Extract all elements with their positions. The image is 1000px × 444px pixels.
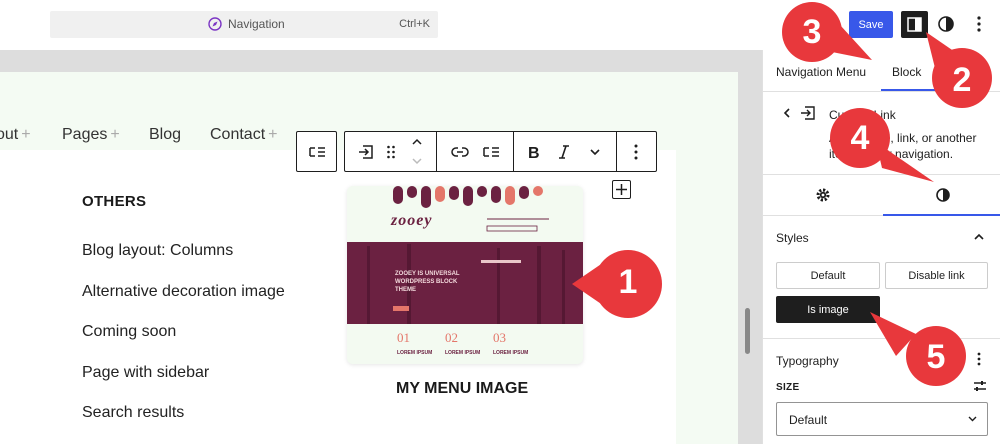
nav-item-contact[interactable]: Contact + — [210, 126, 277, 144]
submenu-heading: OTHERS — [82, 193, 147, 210]
move-up-chevron-icon[interactable] — [411, 137, 423, 147]
theme-number: 03 — [493, 330, 506, 345]
nav-item-about[interactable]: out + — [0, 126, 31, 144]
style-disable-link-button[interactable]: Disable link — [885, 262, 988, 289]
nav-submenu-plus: + — [110, 126, 120, 143]
submenu-item[interactable]: Search results — [82, 404, 184, 422]
block-toolbar: B — [344, 131, 657, 172]
nav-item-label: Pages — [62, 126, 108, 143]
toolbar-divider — [616, 132, 617, 171]
callout-number: 3 — [802, 13, 822, 51]
typography-panel-title: Typography — [776, 354, 839, 368]
theme-small-caption: LOREM IPSUM — [397, 350, 432, 356]
styles-half-circle-icon[interactable] — [935, 187, 951, 203]
callout-number: 4 — [850, 119, 870, 157]
add-block-button[interactable] — [612, 180, 631, 199]
callout-number: 5 — [926, 338, 946, 376]
command-palette-shortcut: Ctrl+K — [399, 18, 430, 30]
menu-image-caption: MY MENU IMAGE — [396, 380, 529, 397]
theme-number: 01 — [397, 330, 410, 345]
callout-4: 4 — [826, 106, 938, 186]
chevron-left-icon[interactable] — [781, 107, 793, 119]
callout-5: 5 — [866, 304, 972, 386]
command-palette-label: Navigation — [228, 17, 285, 31]
nav-item-label: Contact — [210, 126, 266, 143]
callout-3: 3 — [772, 0, 876, 70]
add-submenu-icon[interactable] — [481, 144, 501, 160]
nav-item-label: out — [0, 126, 19, 143]
nav-item-pages[interactable]: Pages + — [62, 126, 120, 144]
theme-hero-text: Zooey is universal WordPress block theme — [395, 271, 460, 293]
styles-panel-title[interactable]: Styles — [776, 231, 809, 245]
callout-number: 1 — [618, 263, 638, 301]
canvas-scrollbar[interactable] — [745, 308, 750, 354]
move-down-chevron-icon[interactable] — [411, 156, 423, 166]
block-options-vertical-dots-icon[interactable] — [631, 143, 641, 161]
style-default-button[interactable]: Default — [776, 262, 880, 289]
custom-link-block-icon — [801, 106, 815, 120]
toolbar-divider — [513, 132, 514, 171]
chevron-down-icon — [968, 416, 977, 422]
callout-2: 2 — [916, 28, 996, 110]
callout-number: 2 — [952, 61, 972, 99]
bold-icon[interactable]: B — [526, 144, 540, 160]
theme-logo: zooey — [391, 212, 433, 229]
custom-link-block-icon[interactable] — [357, 144, 375, 160]
nav-item-label: Blog — [149, 126, 182, 143]
style-is-image-button[interactable]: Is image — [776, 296, 880, 323]
theme-number: 02 — [445, 330, 458, 345]
submenu-icon — [309, 147, 325, 157]
active-tab-indicator — [883, 214, 1000, 216]
size-label: SIZE — [776, 382, 800, 393]
callout-1: 1 — [562, 246, 666, 322]
link-icon[interactable] — [451, 145, 469, 159]
compass-icon — [208, 17, 222, 31]
toolbar-divider — [436, 132, 437, 171]
nav-submenu-plus: + — [21, 126, 31, 143]
font-size-value: Default — [789, 413, 828, 427]
nav-submenu-plus: + — [268, 126, 278, 143]
select-parent-block-button[interactable] — [296, 131, 337, 172]
italic-icon[interactable] — [558, 144, 570, 160]
nav-item-blog[interactable]: Blog — [149, 126, 181, 144]
plus-icon — [616, 184, 627, 195]
typography-options-dots-icon[interactable] — [974, 351, 984, 367]
submenu-item[interactable]: Blog layout: Columns — [82, 242, 233, 260]
submenu-item[interactable]: Coming soon — [82, 323, 176, 341]
theme-small-caption: LOREM IPSUM — [493, 350, 528, 356]
drag-handle-icon[interactable] — [386, 144, 396, 160]
submenu-item[interactable]: Page with sidebar — [82, 364, 209, 382]
theme-small-caption: LOREM IPSUM — [445, 350, 480, 356]
more-formatting-chevron-icon[interactable] — [589, 148, 601, 156]
command-palette-button[interactable]: Navigation Ctrl+K — [50, 11, 438, 38]
custom-size-settings-icon[interactable] — [973, 379, 987, 393]
chevron-up-icon[interactable] — [973, 233, 985, 241]
svg-text:B: B — [528, 145, 540, 160]
gear-icon[interactable] — [815, 187, 831, 203]
font-size-select[interactable]: Default — [776, 402, 988, 436]
menu-image[interactable]: 01 02 03 LOREM IPSUM LOREM IPSUM LOREM I… — [347, 186, 583, 364]
submenu-item[interactable]: Alternative decoration image — [82, 283, 285, 301]
